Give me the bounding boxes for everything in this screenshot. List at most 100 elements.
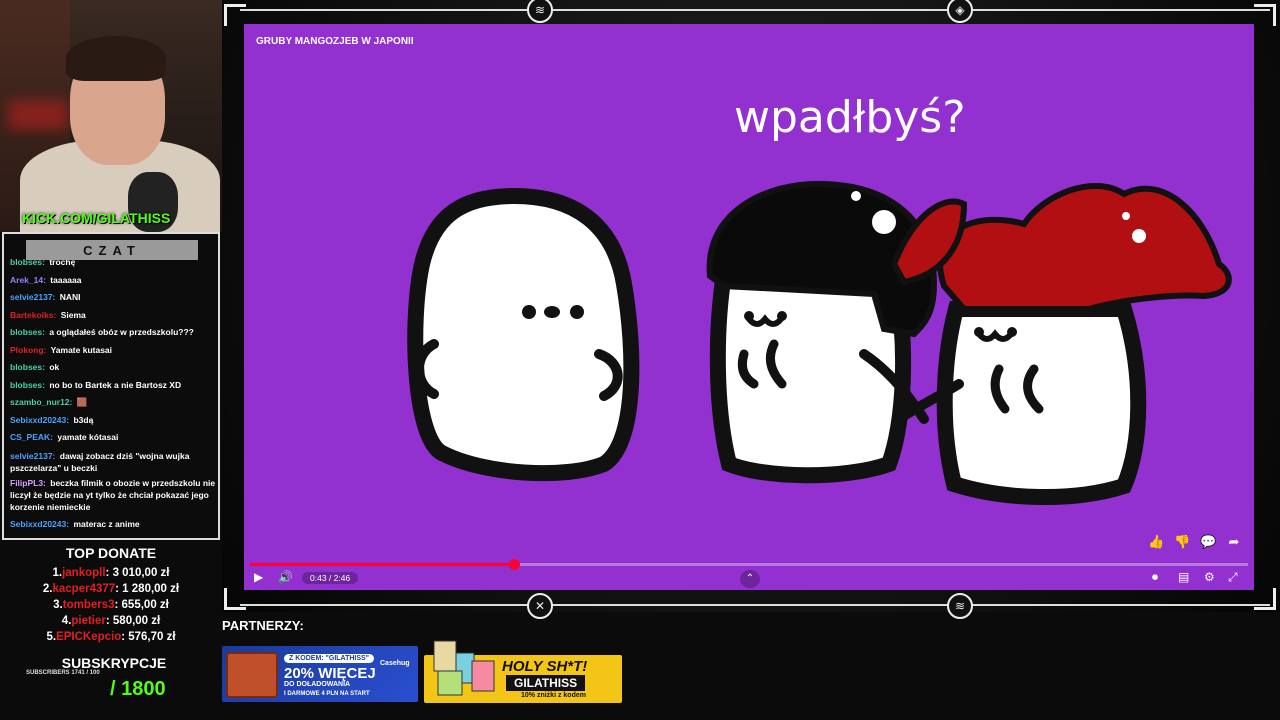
donate-amount: : 655,00 zł [114, 599, 169, 611]
time-display: 0:43 / 2:46 [302, 572, 359, 584]
cartoon-illustration [407, 180, 1232, 505]
logo-icon: ≋ [947, 593, 973, 619]
chat-list: blobses: trochę Arek_14: taaaaaa selvie213… [10, 254, 216, 533]
banner2-code: GILATHISS [506, 675, 586, 691]
donate-row: 5.EPICKepcio: 576,70 zł [0, 629, 222, 645]
webcam-feed: KICK.COM/GILATHISS [0, 0, 222, 232]
product-boxes-icon [433, 640, 495, 696]
chat-text: no bo to Bartek a nie Bartosz XD [49, 379, 182, 390]
chat-username[interactable]: CS_PEAK: [10, 432, 53, 442]
chat-text: 🟫 [76, 397, 88, 407]
chat-username[interactable]: FilipPL3: [10, 478, 46, 488]
banner2-title: HOLY SH*T! [502, 658, 588, 675]
kick-url: KICK.COM/GILATHISS [22, 210, 171, 226]
frame-line [240, 9, 1270, 11]
video-actions: 👍 👎 💬 ➦ [1148, 534, 1242, 550]
video-player[interactable]: GRUBY MANGOZJEB W JAPONII wpadłbyś? 👍 👎 … [244, 24, 1254, 590]
frame-corner [1254, 4, 1276, 26]
chat-message: Bartekoiks: Siema [10, 307, 216, 325]
chat-username[interactable]: Bartekoiks: [10, 310, 56, 320]
frame-corner [224, 4, 246, 26]
banner-code: Z KODEM: "GILATHISS" [284, 654, 375, 663]
chevron-up-icon[interactable]: ⌃ [740, 570, 760, 588]
like-icon[interactable]: 👍 [1148, 534, 1164, 550]
chat-message: Plokong: Yamate kutasai [10, 342, 216, 360]
banner-headline: 20% WIĘCEJ [284, 665, 376, 682]
volume-icon[interactable]: 🔊 [278, 570, 293, 584]
donate-row: 4.pietier: 580,00 zł [0, 613, 222, 629]
frame-corner [1254, 588, 1276, 610]
progress-fill [250, 563, 515, 566]
donate-name: pietier [71, 615, 106, 627]
chat-message: FilipPL3: beczka filmik o obozie w przed… [10, 477, 216, 513]
chat-username[interactable]: Sebixxd20243: [10, 519, 69, 529]
chat-text: Yamate kutasai [50, 344, 113, 355]
chat-username[interactable]: szambo_nur12: [10, 397, 72, 407]
chat-message: Arek_14: taaaaaa [10, 272, 216, 290]
chat-panel: blobses: trochę Arek_14: taaaaaa selvie213… [2, 232, 220, 540]
top-donate-list: 1.jankopll: 3 010,00 zł 2.kacper4377: 1 2… [0, 565, 222, 645]
partners-label: PARTNERZY: [222, 618, 304, 633]
chat-text: Siema [60, 309, 86, 320]
x-logo-icon: ✕ [527, 593, 553, 619]
chat-message: CS_PEAK: yamate kótasai [10, 429, 216, 447]
chat-username[interactable]: Plokong: [10, 345, 46, 355]
chat-message: blobses: a oglądałeś obóz w przedszkolu?… [10, 324, 216, 342]
frame-corner [224, 588, 246, 610]
chat-title: CZAT [26, 240, 198, 260]
chat-message: Sebixxd20243: materac z anime [10, 516, 216, 534]
donate-amount: : 1 280,00 zł [115, 583, 180, 595]
top-donate-title: TOP DONATE [65, 545, 157, 561]
donate-n: 1. [52, 567, 63, 579]
chat-username[interactable]: blobses: [10, 362, 45, 372]
frame-line [240, 604, 1270, 606]
subtitles-icon[interactable]: ▤ [1178, 570, 1189, 584]
player-controls: ▶ 🔊 0:43 / 2:46 ⌃ ⏺ ▤ ⚙ ⤢ [244, 570, 1254, 590]
progress-bar[interactable] [250, 559, 1248, 570]
casehug-banner[interactable]: Z KODEM: "GILATHISS" 20% WIĘCEJ DO DOŁAD… [222, 646, 418, 702]
donate-name: tombers3 [62, 599, 115, 611]
chat-username[interactable]: Arek_14: [10, 275, 46, 285]
cartoon-character-middle [706, 180, 938, 484]
chat-username[interactable]: selvie2137: [10, 451, 55, 461]
banner2-small: 10% zniżki z kodem [521, 692, 586, 699]
chat-username[interactable]: selvie2137: [10, 292, 55, 302]
stream-layout: KICK.COM/GILATHISS blobses: trochę Arek_1… [0, 0, 1280, 720]
chat-username[interactable]: Sebixxd20243: [10, 415, 69, 425]
chat-message: Sebixxd20243: b3dą [10, 412, 216, 430]
donate-n: 3. [53, 599, 63, 611]
chat-text: materac z anime [73, 518, 140, 529]
subs-small: SUBSCRIBERS 1741 / 100 [26, 670, 100, 676]
autoplay-toggle[interactable]: ⏺ [1152, 570, 1158, 585]
donate-n: 4. [61, 615, 72, 627]
settings-icon[interactable]: ⚙ [1204, 570, 1215, 584]
donate-amount: : 3 010,00 zł [105, 567, 170, 579]
holyshit-banner[interactable]: HOLY SH*T! GILATHISS 10% zniżki z kodem [424, 640, 622, 703]
share-icon[interactable]: ➦ [1226, 534, 1242, 550]
donate-amount: : 576,70 zł [121, 631, 176, 643]
chat-username[interactable]: blobses: [10, 380, 45, 390]
progress-knob[interactable] [509, 559, 521, 570]
chat-text: NANI [59, 292, 81, 302]
donate-row: 2.kacper4377: 1 280,00 zł [0, 581, 222, 597]
chat-username[interactable]: blobses: [10, 327, 45, 337]
banner-subline: DO DOŁADOWANIA [284, 681, 351, 688]
subs-count: / 1800 [110, 678, 166, 700]
chat-text: a oglądałeś obóz w przedszkolu??? [49, 327, 194, 337]
chat-message: selvie2137: NANI [10, 289, 216, 307]
subs-title: SUBSKRYPCJE [61, 655, 167, 671]
play-icon[interactable]: ▶ [254, 570, 263, 584]
top-donate: TOP DONATE 1.jankopll: 3 010,00 zł 2.kacp… [0, 545, 222, 645]
dislike-icon[interactable]: 👎 [1174, 534, 1190, 550]
donate-row: 1.jankopll: 3 010,00 zł [0, 565, 222, 581]
cartoon-character-left [407, 187, 640, 482]
banner-small: I DARMOWE 4 PLN NA START [284, 691, 370, 697]
chat-message: blobses: no bo to Bartek a nie Bartosz X… [10, 377, 216, 395]
chat-message: blobses: ok [10, 359, 216, 377]
chat-text: yamate kótasai [57, 432, 119, 442]
comment-icon[interactable]: 💬 [1200, 534, 1216, 550]
fullscreen-icon[interactable]: ⤢ [1228, 570, 1238, 585]
chat-text: ok [49, 362, 60, 372]
chat-text: b3dą [73, 414, 94, 425]
treasure-chest-icon [226, 652, 278, 698]
